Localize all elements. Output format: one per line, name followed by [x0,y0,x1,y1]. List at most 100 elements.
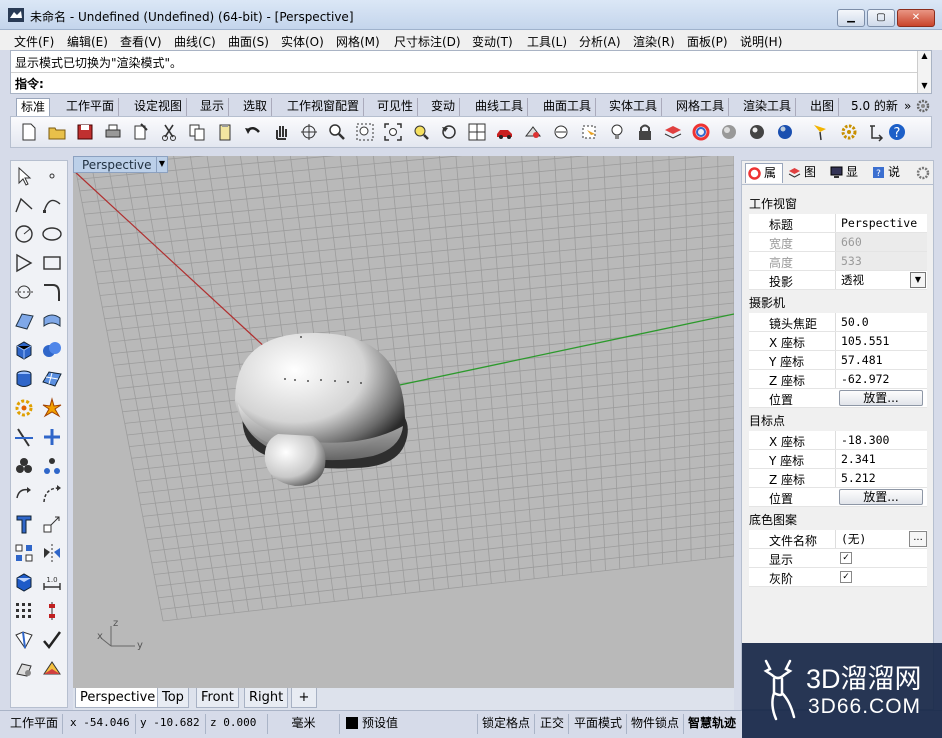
tab-front[interactable]: Front [196,688,239,708]
camera-x-field[interactable]: 105.551 [835,332,927,350]
status-units[interactable]: 毫米 [268,714,340,734]
transform-gear-icon[interactable] [13,397,35,419]
rectangle-icon[interactable] [41,252,63,274]
close-button[interactable]: ✕ [897,9,935,27]
menu-dimension[interactable]: 尺寸标注(D) [394,33,461,50]
camera-z-field[interactable]: -62.972 [835,370,927,388]
pan-hand-icon[interactable] [271,122,291,142]
status-planar[interactable]: 平面模式 [570,714,628,734]
command-prompt[interactable]: 指令: [15,75,44,92]
projection-dropdown-icon[interactable]: ▼ [910,272,926,288]
extrude-surface-icon[interactable] [41,310,63,332]
history-icon[interactable] [867,122,887,142]
scroll-up-icon[interactable]: ▲ [918,51,931,61]
array-icon[interactable] [13,542,35,564]
maximize-button[interactable]: ▢ [867,9,895,27]
grayscale-checkbox[interactable]: ✓ [840,571,852,583]
select-icon[interactable] [579,122,599,142]
fillet-curve-icon[interactable] [41,281,63,303]
save-icon[interactable] [75,122,95,142]
tab-transform[interactable]: 变动 [427,98,461,116]
target-z-field[interactable]: 5.212 [835,469,927,487]
undo-view-icon[interactable] [439,122,459,142]
zoom-icon[interactable] [327,122,347,142]
status-smarttrack[interactable]: 智慧轨迹 [684,714,740,734]
undo-icon[interactable] [243,122,263,142]
tab-render-tools[interactable]: 渲染工具 [739,98,797,116]
target-y-field[interactable]: 2.341 [835,450,927,468]
block-icon[interactable] [13,571,35,593]
import-icon[interactable] [131,122,151,142]
tab-right[interactable]: Right [244,688,289,708]
tab-solid-tools[interactable]: 实体工具 [605,98,663,116]
tab-new-in-v5[interactable]: 5.0 的新 [847,98,902,116]
open-folder-icon[interactable] [47,122,67,142]
rotate-icon[interactable] [13,484,35,506]
car-icon[interactable] [495,122,515,142]
tab-overflow[interactable]: » [900,98,915,116]
tab-visibility[interactable]: 可见性 [373,98,419,116]
tab-help[interactable]: ? 说 [870,163,910,183]
menu-view[interactable]: 查看(V) [120,33,162,50]
render-shape-icon[interactable] [13,658,35,680]
check-icon[interactable] [41,629,63,651]
tab-select[interactable]: 选取 [239,98,273,116]
named-view-icon[interactable] [523,122,543,142]
render-icon[interactable] [775,122,795,142]
menu-surface[interactable]: 曲面(S) [228,33,269,50]
explode-icon[interactable] [41,397,63,419]
cut-icon[interactable] [159,122,179,142]
menu-panels[interactable]: 面板(P) [687,33,728,50]
place-camera-button[interactable]: 放置... [839,390,923,406]
circle-icon[interactable] [13,223,35,245]
target-x-field[interactable]: -18.300 [835,431,927,449]
options-gear-icon[interactable] [839,122,859,142]
status-cplane[interactable]: 工作平面 [6,714,64,734]
show-checkbox[interactable]: ✓ [840,552,852,564]
zoom-window-icon[interactable] [355,122,375,142]
menu-file[interactable]: 文件(F) [14,33,54,50]
gear-icon[interactable] [916,99,930,113]
title-field[interactable]: Perspective [835,214,927,232]
rotate-3d-icon[interactable] [41,484,63,506]
rotate-view-icon[interactable] [299,122,319,142]
copy-icon[interactable] [187,122,207,142]
menu-analyze[interactable]: 分析(A) [579,33,621,50]
split-icon[interactable] [41,426,63,448]
analyze-icon[interactable] [13,629,35,651]
filename-field[interactable]: (无) [835,530,907,548]
cplane-icon[interactable] [551,122,571,142]
ellipse-icon[interactable] [41,223,63,245]
trim-icon[interactable] [13,426,35,448]
viewport-title-tab[interactable]: Perspective ▼ [73,156,168,173]
viewport-title[interactable]: Perspective [82,158,152,172]
scroll-down-icon[interactable]: ▼ [918,81,931,91]
print-icon[interactable] [103,122,123,142]
tab-set-view[interactable]: 设定视图 [130,98,188,116]
control-points-icon[interactable] [41,600,63,622]
menu-edit[interactable]: 编辑(E) [67,33,108,50]
tab-viewport-layout[interactable]: 工作视窗配置 [283,98,365,116]
layer-icon[interactable] [663,122,683,142]
surface-corners-icon[interactable] [13,310,35,332]
mirror-icon[interactable] [41,542,63,564]
browse-button[interactable]: ... [909,531,927,547]
tab-display[interactable]: 显 [828,163,866,183]
menu-curve[interactable]: 曲线(C) [174,33,216,50]
status-osnap[interactable]: 物件锁点 [627,714,685,734]
tab-surface-tools[interactable]: 曲面工具 [539,98,597,116]
menu-render[interactable]: 渲染(R) [633,33,675,50]
color-wheel-icon[interactable] [691,122,711,142]
lock-icon[interactable] [635,122,655,142]
zoom-extents-icon[interactable] [383,122,403,142]
offset-curve-icon[interactable] [13,281,35,303]
lens-field[interactable]: 50.0 [835,313,927,331]
status-layer[interactable]: 预设值 [340,714,478,734]
point-grid-icon[interactable] [13,600,35,622]
tab-curve-tools[interactable]: 曲线工具 [471,98,529,116]
status-ortho[interactable]: 正交 [536,714,570,734]
group-icon[interactable] [13,455,35,477]
polygon-icon[interactable] [13,252,35,274]
material-icon[interactable] [41,658,63,680]
minimize-button[interactable]: ▁ [837,9,865,27]
